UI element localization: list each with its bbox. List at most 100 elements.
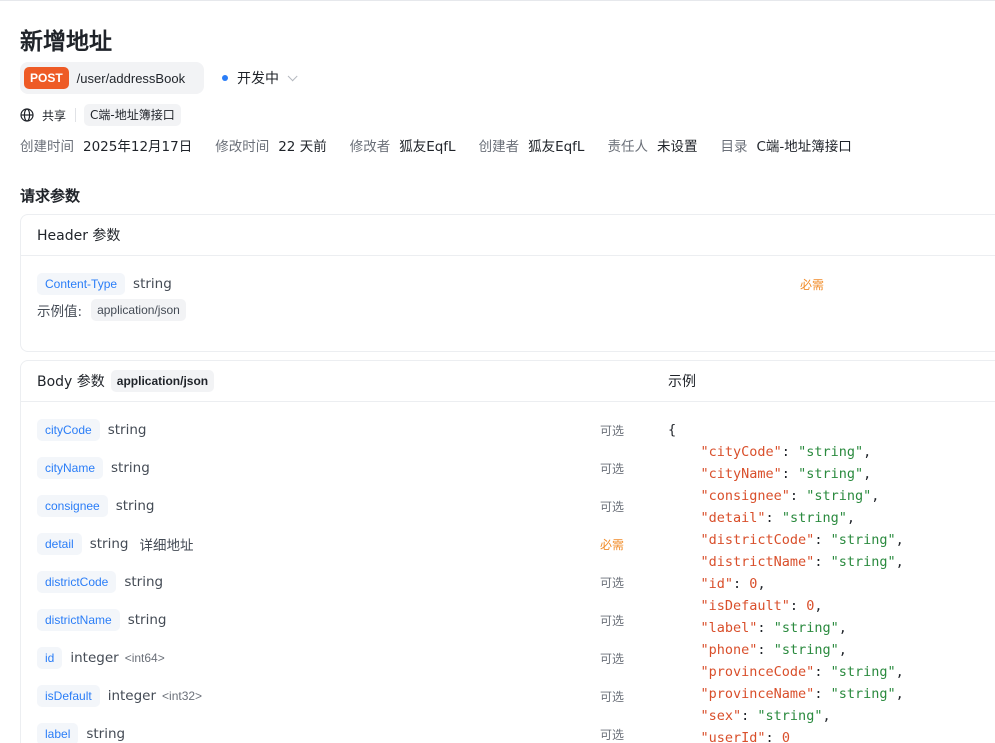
param-name[interactable]: cityName xyxy=(37,457,104,479)
param-description: 详细地址 xyxy=(139,538,194,554)
top-divider xyxy=(0,0,995,1)
body-params-card: Body 参数 application/json cityCode string 可… xyxy=(20,360,653,743)
param-name[interactable]: Content-Type xyxy=(37,273,126,295)
status-dropdown[interactable]: 开发中 xyxy=(222,68,298,88)
endpoint-bar[interactable]: POST /user/addressBook xyxy=(20,62,204,94)
param-type: integer xyxy=(107,688,157,704)
body-param-row: detail string 详细地址 必需 xyxy=(37,533,624,555)
header-params-card: Header 参数 Content-Type string 必需 示例值: ap… xyxy=(20,214,995,352)
optional-badge: 可选 xyxy=(599,462,624,476)
json-value: 0 xyxy=(781,730,790,743)
optional-badge: 可选 xyxy=(599,652,624,666)
param-name[interactable]: isDefault xyxy=(37,685,100,707)
body-param-row: id integer <int64> 可选 xyxy=(37,647,624,669)
json-value: "string" xyxy=(830,664,896,680)
json-key: "sex" xyxy=(700,708,742,724)
folder-tag[interactable]: C端-地址簿接口 xyxy=(84,104,181,126)
json-value: "string" xyxy=(757,708,823,724)
param-name[interactable]: cityCode xyxy=(37,419,100,441)
body-param-row: consignee string 可选 xyxy=(37,495,624,517)
param-type: string xyxy=(89,536,129,552)
json-value: 0 xyxy=(806,598,815,614)
param-format: <int64> xyxy=(124,651,165,665)
example-card: 示例 { "cityCode": "string", "cityName": "… xyxy=(652,360,995,743)
body-content-type: application/json xyxy=(110,370,215,392)
json-value: "string" xyxy=(798,444,864,460)
required-badge: 必需 xyxy=(800,278,825,292)
json-value: "string" xyxy=(781,510,847,526)
json-line: "detail": "string", xyxy=(700,510,855,526)
body-params-header: Body 参数 application/json xyxy=(21,361,652,402)
json-value: "string" xyxy=(830,532,896,548)
json-value: "string" xyxy=(798,466,864,482)
json-key: "provinceCode" xyxy=(700,664,815,680)
body-param-row: districtName string 可选 xyxy=(37,609,624,631)
required-badge: 必需 xyxy=(599,538,624,552)
header-params-title: Header 参数 xyxy=(21,215,995,256)
optional-badge: 可选 xyxy=(599,690,624,704)
json-example[interactable]: { "cityCode": "string", "cityName": "str… xyxy=(668,419,904,743)
meta-folder[interactable]: 目录 C端-地址簿接口 xyxy=(720,135,851,155)
json-value: "string" xyxy=(773,642,839,658)
json-key: "id" xyxy=(700,576,734,592)
param-name[interactable]: districtName xyxy=(37,609,120,631)
param-type: string xyxy=(107,422,147,438)
param-type: string xyxy=(124,574,164,590)
json-key: "userId" xyxy=(700,730,766,743)
globe-icon xyxy=(20,108,34,122)
param-name[interactable]: id xyxy=(37,647,63,669)
json-line: "label": "string", xyxy=(700,620,847,636)
json-line: "districtName": "string", xyxy=(700,554,904,570)
param-name[interactable]: detail xyxy=(37,533,82,555)
optional-badge: 可选 xyxy=(599,576,624,590)
json-line: "districtCode": "string", xyxy=(700,532,904,548)
optional-badge: 可选 xyxy=(599,424,624,438)
status-label: 开发中 xyxy=(237,71,279,87)
body-param-row: isDefault integer <int32> 可选 xyxy=(37,685,624,707)
json-key: "provinceName" xyxy=(700,686,815,702)
param-name[interactable]: consignee xyxy=(37,495,108,517)
share-row: 共享 C端-地址簿接口 xyxy=(20,104,181,126)
header-param-row: Content-Type string xyxy=(37,273,172,295)
json-line: "cityName": "string", xyxy=(700,466,872,482)
share-label[interactable]: 共享 xyxy=(42,107,66,124)
json-line: "id": 0, xyxy=(700,576,766,592)
optional-badge: 可选 xyxy=(599,614,624,628)
json-key: "phone" xyxy=(700,642,758,658)
body-param-row: cityName string 可选 xyxy=(37,457,624,479)
body-param-row: cityCode string 可选 xyxy=(37,419,624,441)
param-name[interactable]: label xyxy=(37,723,79,743)
json-value: "string" xyxy=(773,620,839,636)
chevron-down-icon xyxy=(287,70,298,81)
example-label: 示例值: xyxy=(37,304,83,320)
divider xyxy=(75,108,77,122)
body-params-title: Body 参数 xyxy=(37,374,105,390)
param-format: <int32> xyxy=(162,689,203,703)
meta-owner[interactable]: 责任人 未设置 xyxy=(607,135,697,155)
json-key: "consignee" xyxy=(700,488,790,504)
json-key: "districtName" xyxy=(700,554,815,570)
json-key: "cityCode" xyxy=(700,444,782,460)
param-type: integer xyxy=(70,650,119,666)
param-type: string xyxy=(115,498,155,514)
json-line: "consignee": "string", xyxy=(700,488,880,504)
json-key: "label" xyxy=(700,620,758,636)
param-type: string xyxy=(111,460,150,476)
page-title: 新增地址 xyxy=(20,29,112,55)
json-line: "sex": "string", xyxy=(700,708,831,724)
meta-created-time: 创建时间 2025年12月17日 xyxy=(20,139,193,155)
param-name[interactable]: districtCode xyxy=(37,571,117,593)
json-line: "phone": "string", xyxy=(700,642,847,658)
optional-badge: 可选 xyxy=(599,500,624,514)
param-type: string xyxy=(127,612,167,628)
body-param-row: label string 可选 xyxy=(37,723,624,743)
json-line: "provinceName": "string", xyxy=(700,686,904,702)
param-type: string xyxy=(133,276,172,292)
json-key: "cityName" xyxy=(700,466,782,482)
json-key: "districtCode" xyxy=(700,532,815,548)
meta-creator: 创建者 狐友EqfL xyxy=(478,139,585,155)
method-badge: POST xyxy=(24,67,69,89)
json-open-brace: { xyxy=(668,422,677,438)
endpoint-path[interactable]: /user/addressBook xyxy=(77,71,185,86)
json-key: "detail" xyxy=(700,510,766,526)
